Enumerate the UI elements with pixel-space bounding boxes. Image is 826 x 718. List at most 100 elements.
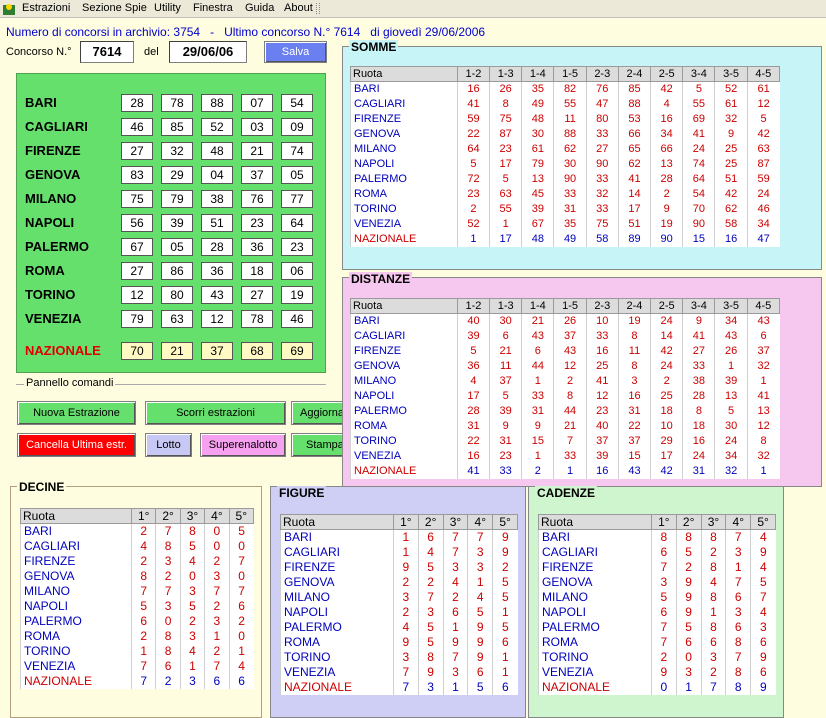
estr-number-cell[interactable]: 21 — [161, 342, 193, 360]
decine-value-cell: 8 — [155, 538, 181, 554]
cadenze-value-cell: 9 — [750, 679, 776, 695]
estr-number-cell[interactable]: 23 — [241, 214, 273, 232]
estr-number-cell[interactable]: 51 — [201, 214, 233, 232]
decine-value-cell: 2 — [131, 553, 156, 569]
distanze-header-cell: 2-3 — [585, 298, 619, 314]
estr-number-cell[interactable]: 39 — [161, 214, 193, 232]
estr-number-cell[interactable]: 80 — [161, 286, 193, 304]
lotto-button[interactable]: Lotto — [145, 433, 192, 457]
somme-value-cell: 88 — [617, 96, 651, 112]
estr-number-cell[interactable]: 27 — [121, 142, 153, 160]
cadenze-value-cell: 1 — [725, 559, 751, 575]
estr-number-cell[interactable]: 85 — [161, 118, 193, 136]
estr-number-cell[interactable]: 19 — [281, 286, 313, 304]
estr-number-cell[interactable]: 21 — [241, 142, 273, 160]
stampa-button[interactable]: Stampa — [291, 433, 346, 457]
estr-number-cell[interactable]: 04 — [201, 166, 233, 184]
menu-utility[interactable]: Utility — [154, 2, 181, 14]
distanze-value-cell: 23 — [489, 448, 522, 464]
estr-number-cell[interactable]: 27 — [241, 286, 273, 304]
concorso-number-field[interactable]: 7614 — [80, 41, 134, 63]
distanze-value-cell: 39 — [714, 373, 748, 389]
decine-ruota-cell: BARI — [19, 523, 132, 539]
save-button[interactable]: Salva — [264, 41, 327, 63]
distanze-value-cell: 2 — [650, 373, 683, 389]
estr-number-cell[interactable]: 46 — [121, 118, 153, 136]
somme-value-cell: 35 — [521, 81, 554, 97]
cadenze-value-cell: 1 — [700, 604, 726, 620]
somme-value-cell: 41 — [617, 171, 651, 187]
distanze-value-cell: 30 — [714, 418, 748, 434]
estr-number-cell[interactable]: 05 — [161, 238, 193, 256]
estr-number-cell[interactable]: 43 — [201, 286, 233, 304]
distanze-ruota-cell: NAPOLI — [350, 388, 458, 404]
estr-number-cell[interactable]: 12 — [201, 310, 233, 328]
concorso-date-field[interactable]: 29/06/06 — [169, 41, 247, 63]
estr-number-cell[interactable]: 23 — [281, 238, 313, 256]
estr-number-cell[interactable]: 18 — [241, 262, 273, 280]
estr-number-cell[interactable]: 29 — [161, 166, 193, 184]
somme-value-cell: 26 — [489, 81, 522, 97]
estr-number-cell[interactable]: 28 — [121, 94, 153, 112]
superenalotto-button[interactable]: Superenalotto — [200, 433, 286, 457]
estr-number-cell[interactable]: 64 — [281, 214, 313, 232]
cancella-ultima-button[interactable]: Cancella Ultima estr. — [17, 433, 136, 457]
estr-number-cell[interactable]: 37 — [201, 342, 233, 360]
somme-value-cell: 2 — [456, 201, 490, 217]
somme-value-cell: 42 — [714, 186, 748, 202]
cadenze-value-cell: 0 — [650, 679, 677, 695]
figure-value-cell: 9 — [442, 634, 468, 650]
estr-number-cell[interactable]: 75 — [121, 190, 153, 208]
estr-number-cell[interactable]: 79 — [161, 190, 193, 208]
estr-number-cell[interactable]: 77 — [281, 190, 313, 208]
scorri-estrazioni-button[interactable]: Scorri estrazioni — [145, 401, 286, 425]
cadenze-value-cell: 9 — [650, 664, 677, 680]
estr-number-cell[interactable]: 83 — [121, 166, 153, 184]
somme-header-cell: 2-4 — [617, 66, 652, 82]
estr-number-cell[interactable]: 76 — [241, 190, 273, 208]
estr-number-cell[interactable]: 67 — [121, 238, 153, 256]
estr-number-cell[interactable]: 70 — [121, 342, 153, 360]
somme-value-cell: 89 — [617, 231, 651, 247]
menu-finestra[interactable]: Finestra — [193, 2, 233, 14]
menu-about[interactable]: About — [284, 2, 313, 14]
estr-number-cell[interactable]: 32 — [161, 142, 193, 160]
estr-number-cell[interactable]: 36 — [241, 238, 273, 256]
estr-number-cell[interactable]: 06 — [281, 262, 313, 280]
estr-number-cell[interactable]: 37 — [241, 166, 273, 184]
nuova-estrazione-button[interactable]: Nuova Estrazione — [17, 401, 136, 425]
estr-number-cell[interactable]: 09 — [281, 118, 313, 136]
estr-number-cell[interactable]: 78 — [241, 310, 273, 328]
estr-number-cell[interactable]: 78 — [161, 94, 193, 112]
estr-number-cell[interactable]: 27 — [121, 262, 153, 280]
estr-number-cell[interactable]: 54 — [281, 94, 313, 112]
estr-number-cell[interactable]: 48 — [201, 142, 233, 160]
estr-number-cell[interactable]: 36 — [201, 262, 233, 280]
estr-number-cell[interactable]: 88 — [201, 94, 233, 112]
somme-value-cell: 9 — [650, 201, 683, 217]
distanze-value-cell: 33 — [521, 388, 554, 404]
estr-number-cell[interactable]: 38 — [201, 190, 233, 208]
menu-guida[interactable]: Guida — [245, 2, 274, 14]
estr-number-cell[interactable]: 86 — [161, 262, 193, 280]
estr-number-cell[interactable]: 63 — [161, 310, 193, 328]
estr-number-cell[interactable]: 28 — [201, 238, 233, 256]
estr-number-cell[interactable]: 52 — [201, 118, 233, 136]
estr-number-cell[interactable]: 46 — [281, 310, 313, 328]
estr-number-cell[interactable]: 56 — [121, 214, 153, 232]
estr-number-cell[interactable]: 74 — [281, 142, 313, 160]
menu-estrazioni[interactable]: Estrazioni — [22, 2, 70, 14]
decine-value-cell: 6 — [228, 673, 254, 689]
estr-number-cell[interactable]: 68 — [241, 342, 273, 360]
estr-number-cell[interactable]: 07 — [241, 94, 273, 112]
decine-value-cell: 3 — [155, 553, 181, 569]
somme-value-cell: 1 — [456, 231, 490, 247]
menu-sezione-spie[interactable]: Sezione Spie — [82, 2, 147, 14]
aggiorna-button[interactable]: Aggiorna — [291, 401, 346, 425]
estr-number-cell[interactable]: 69 — [281, 342, 313, 360]
estr-number-cell[interactable]: 05 — [281, 166, 313, 184]
decine-header-cell: 1° — [131, 508, 157, 524]
estr-number-cell[interactable]: 79 — [121, 310, 153, 328]
estr-number-cell[interactable]: 03 — [241, 118, 273, 136]
estr-number-cell[interactable]: 12 — [121, 286, 153, 304]
